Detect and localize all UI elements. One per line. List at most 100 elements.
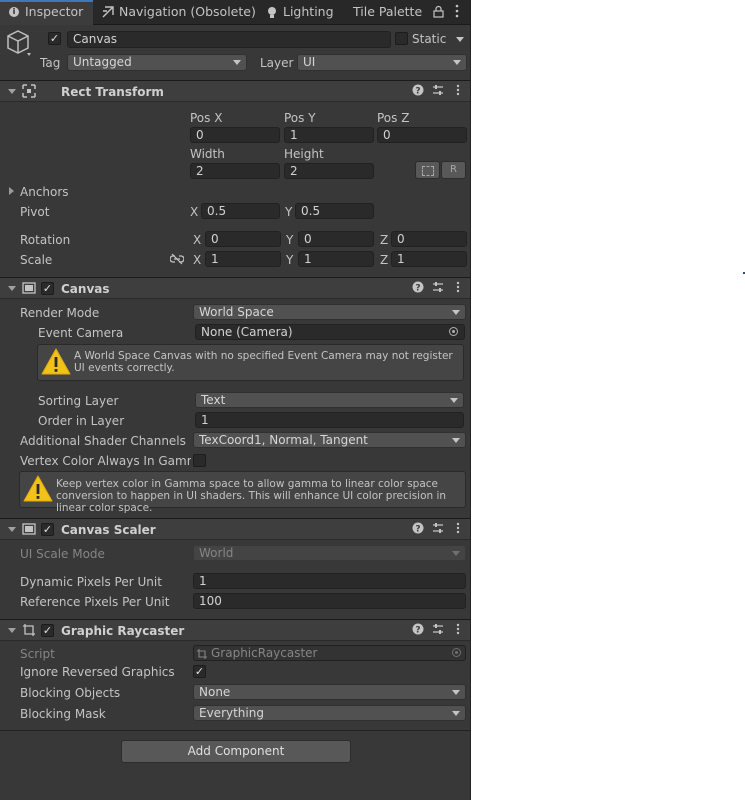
width-label: Width (190, 147, 225, 161)
script-label: Script (20, 647, 55, 661)
layer-label: Layer (260, 56, 294, 70)
tag-dropdown[interactable]: Untagged (67, 54, 247, 71)
anchors-label[interactable]: Anchors (20, 184, 69, 200)
svg-text:?: ? (415, 87, 420, 97)
height-input[interactable]: 2 (284, 163, 374, 179)
blocking-objects-label: Blocking Objects (20, 686, 121, 700)
active-toggle[interactable]: ✓ (48, 32, 61, 45)
anchors-foldout-icon[interactable] (9, 187, 14, 195)
presets-icon[interactable] (432, 84, 446, 98)
help-icon[interactable]: ? (412, 623, 426, 637)
width-input[interactable]: 2 (190, 163, 280, 179)
graphic-raycaster-header[interactable]: ✓ Graphic Raycaster ? (0, 619, 470, 641)
canvas-scaler-enabled-toggle[interactable]: ✓ (41, 523, 54, 536)
pos-z-label: Pos Z (377, 111, 410, 125)
foldout-arrow-icon[interactable] (8, 286, 16, 291)
rotation-x-axis-label: X (193, 233, 202, 247)
vertex-color-toggle[interactable] (193, 454, 206, 467)
chevron-down-icon (452, 310, 460, 315)
object-name-input[interactable]: Canvas (67, 31, 391, 48)
component-menu-icon[interactable] (456, 522, 470, 536)
sorting-layer-dropdown[interactable]: Text (195, 392, 464, 408)
rotation-y-input[interactable]: 0 (298, 231, 374, 247)
scale-z-input[interactable]: 1 (391, 251, 467, 267)
script-icon (197, 648, 207, 662)
chevron-down-icon (233, 60, 241, 65)
svg-text:?: ? (415, 626, 420, 636)
pos-z-input[interactable]: 0 (377, 127, 467, 143)
tab-tile-palette[interactable]: Tile Palette (353, 0, 422, 24)
foldout-arrow-icon[interactable] (8, 628, 16, 633)
object-picker-icon[interactable] (449, 327, 458, 336)
pivot-y-axis-label: Y (285, 205, 293, 219)
ignore-reversed-toggle[interactable]: ✓ (193, 665, 206, 678)
ui-scale-mode-dropdown: World (193, 545, 466, 561)
pivot-y-input[interactable]: 0.5 (295, 203, 374, 219)
graphic-raycaster-icon (22, 623, 36, 637)
constrain-proportions-link-icon[interactable] (169, 253, 185, 268)
blocking-objects-dropdown[interactable]: None (193, 684, 466, 700)
scale-y-input[interactable]: 1 (298, 251, 374, 267)
object-picker-dot (452, 330, 455, 333)
event-camera-field[interactable]: None (Camera) (195, 324, 465, 340)
rotation-x-input[interactable]: 0 (205, 231, 281, 247)
presets-icon[interactable] (432, 281, 446, 295)
scale-x-input[interactable]: 1 (205, 251, 281, 267)
chevron-down-icon (453, 60, 461, 65)
canvas-scaler-header[interactable]: ✓ Canvas Scaler ? (0, 518, 470, 540)
rotation-z-input[interactable]: 0 (391, 231, 467, 247)
tab-navigation[interactable]: Navigation (Obsolete) (119, 0, 256, 24)
event-camera-warning-text: A World Space Canvas with no specified E… (74, 350, 453, 374)
blueprint-mode-button[interactable] (415, 161, 440, 179)
pos-y-label: Pos Y (284, 111, 316, 125)
canvas-component-header[interactable]: ✓ Canvas ? (0, 277, 470, 299)
help-icon[interactable]: ? (412, 84, 426, 98)
canvas-component-title: Canvas (61, 282, 110, 296)
foldout-arrow-icon[interactable] (8, 89, 16, 94)
dynamic-pixels-input[interactable]: 1 (193, 573, 466, 589)
presets-icon[interactable] (432, 522, 446, 536)
layer-dropdown[interactable]: UI (297, 54, 467, 71)
script-picker-icon (452, 648, 461, 657)
gameobject-cube-icon[interactable] (6, 29, 32, 60)
component-menu-icon[interactable] (456, 623, 470, 637)
canvas-enabled-toggle[interactable]: ✓ (41, 282, 54, 295)
static-dropdown-caret-icon[interactable] (456, 37, 464, 42)
shader-channels-dropdown[interactable]: TexCoord1, Normal, Tangent (193, 432, 466, 448)
raw-edit-button[interactable]: R (441, 161, 466, 179)
lock-icon[interactable] (433, 5, 444, 21)
blocking-objects-value: None (199, 685, 231, 699)
help-icon[interactable]: ? (412, 281, 426, 295)
blocking-mask-value: Everything (199, 706, 264, 720)
check-icon: ✓ (42, 523, 53, 536)
component-menu-icon[interactable] (456, 281, 470, 295)
chevron-down-icon (450, 398, 458, 403)
tab-inspector-label: Inspector (25, 4, 84, 19)
static-toggle[interactable] (395, 32, 408, 45)
pivot-x-input[interactable]: 0.5 (201, 203, 280, 219)
order-in-layer-input[interactable]: 1 (195, 412, 464, 428)
rect-transform-title: Rect Transform (61, 85, 164, 99)
svg-text:?: ? (415, 284, 420, 294)
event-camera-warning: A World Space Canvas with no specified E… (37, 344, 464, 381)
add-component-button[interactable]: Add Component (121, 740, 351, 763)
event-camera-value: None (Camera) (201, 325, 293, 339)
render-mode-dropdown[interactable]: World Space (193, 304, 466, 320)
pos-y-input[interactable]: 1 (284, 127, 374, 143)
rotation-y-axis-label: Y (286, 233, 294, 247)
blueprint-icon (421, 166, 434, 176)
vertex-color-warning-text: Keep vertex color in Gamma space to allo… (56, 478, 447, 514)
graphic-raycaster-enabled-toggle[interactable]: ✓ (41, 624, 54, 637)
help-icon[interactable]: ? (412, 522, 426, 536)
more-options-icon[interactable] (455, 4, 459, 21)
presets-icon[interactable] (432, 623, 446, 637)
blocking-mask-dropdown[interactable]: Everything (193, 705, 466, 721)
rect-transform-header[interactable]: Rect Transform ? (0, 80, 470, 102)
sorting-layer-label: Sorting Layer (38, 394, 119, 408)
reference-pixels-input[interactable]: 100 (193, 593, 466, 609)
pos-x-input[interactable]: 0 (190, 127, 280, 143)
tab-lighting[interactable]: Lighting (283, 0, 334, 24)
foldout-arrow-icon[interactable] (8, 527, 16, 532)
ui-scale-mode-value: World (199, 546, 234, 560)
component-menu-icon[interactable] (456, 84, 470, 98)
